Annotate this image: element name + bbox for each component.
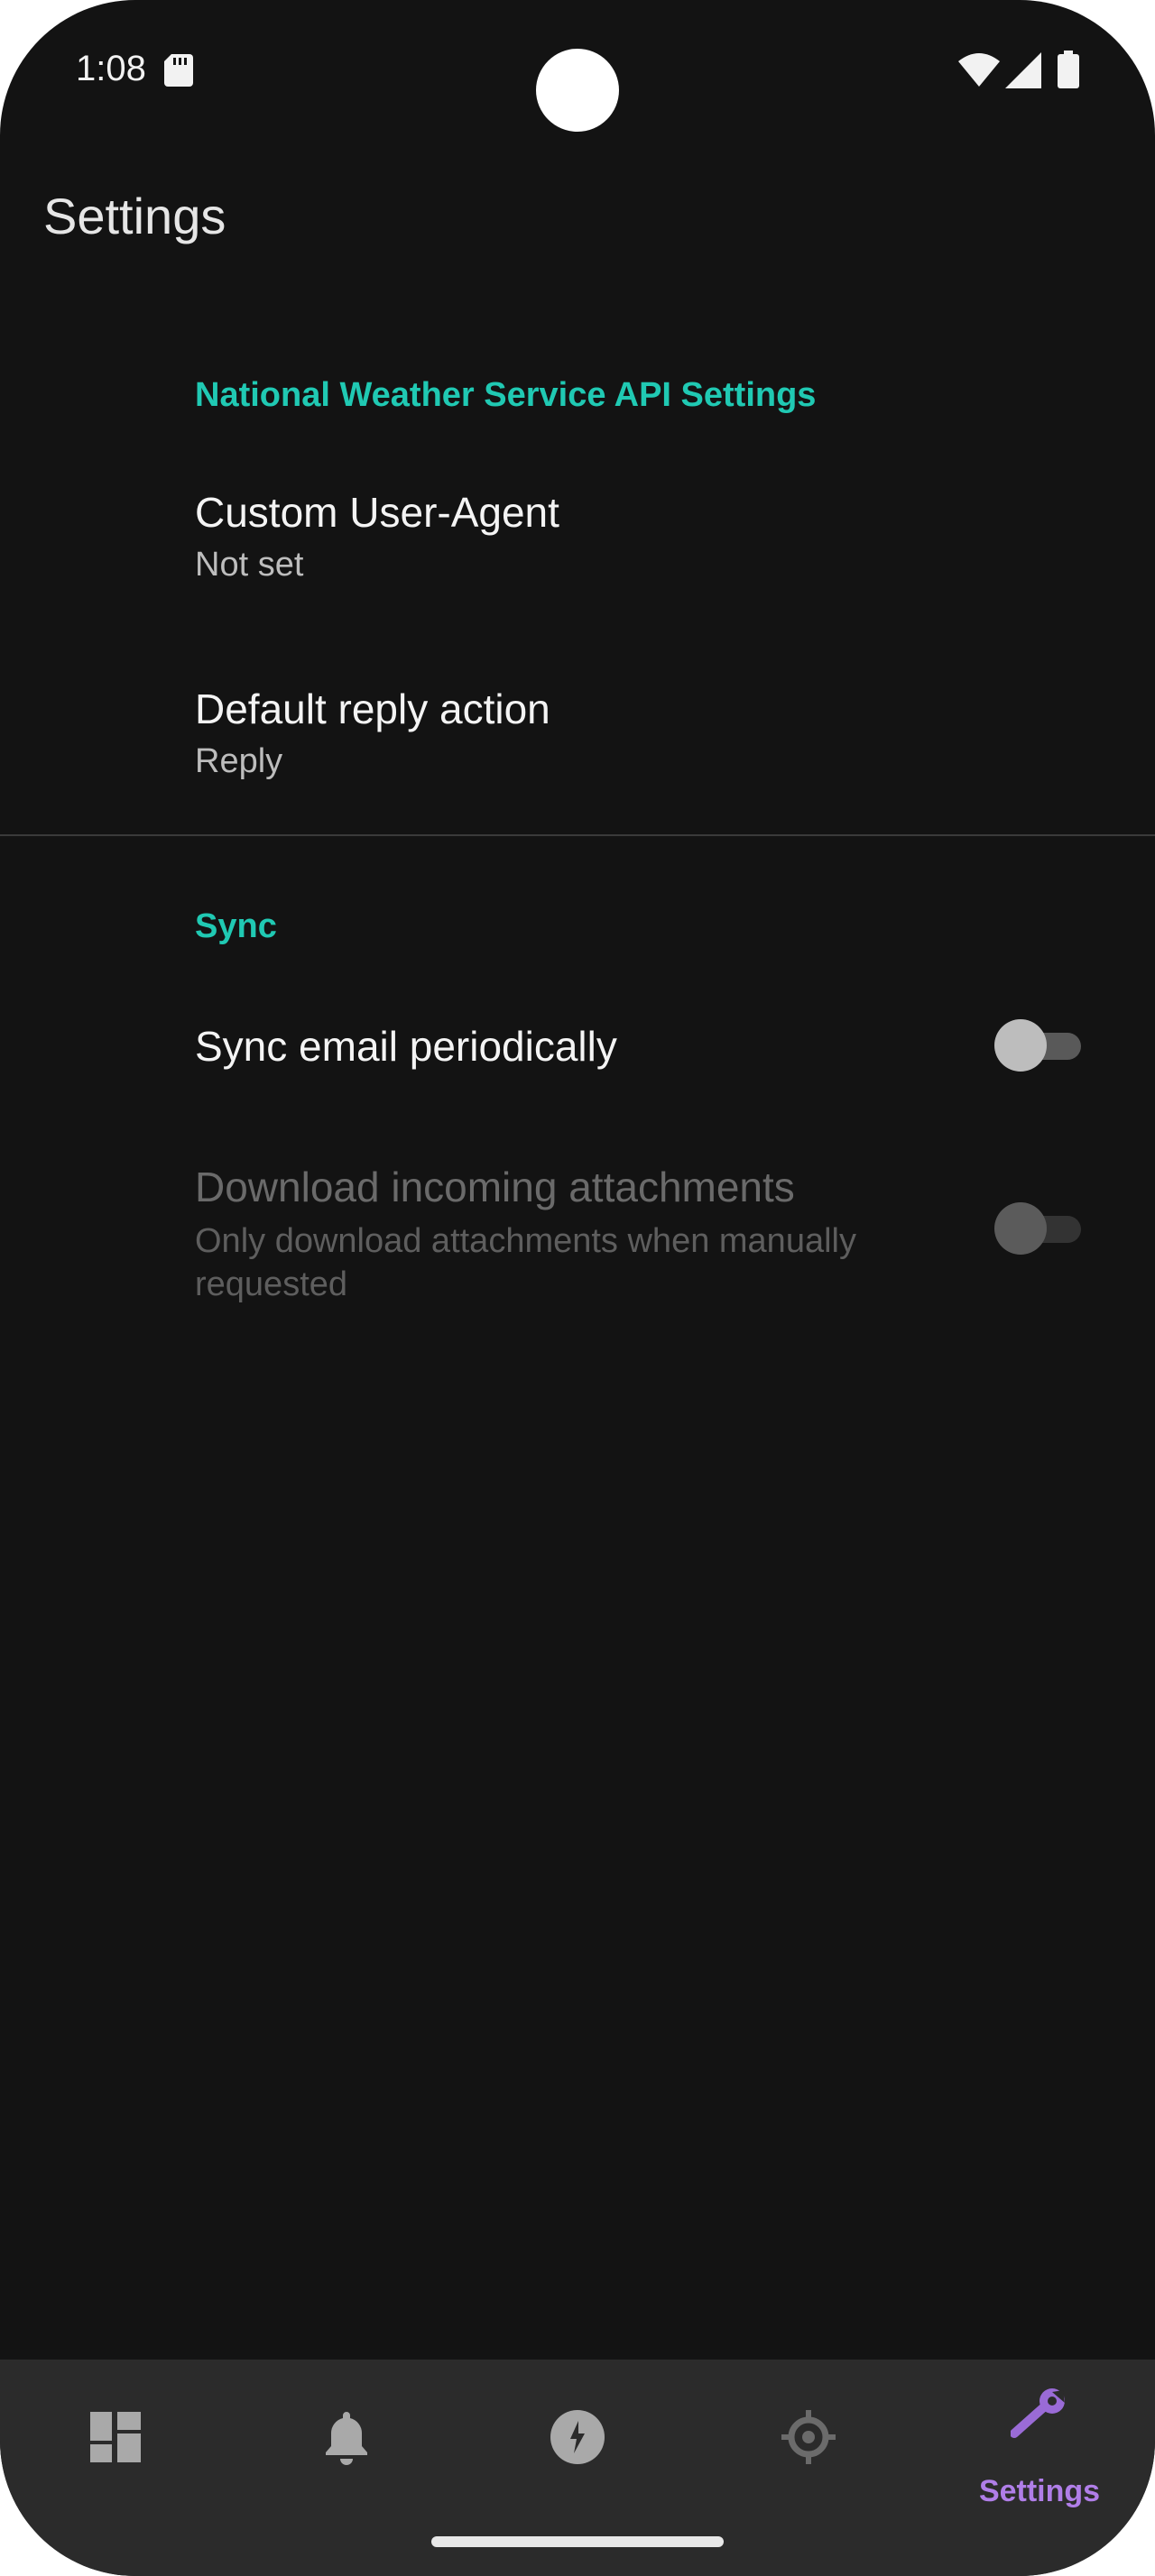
- battery-icon: [1058, 51, 1079, 88]
- switch-thumb: [994, 1202, 1047, 1255]
- section-header-sync: Sync: [195, 907, 277, 945]
- radar-icon: [781, 2410, 836, 2464]
- pref-download-attachments[interactable]: Download incoming attachments Only downl…: [0, 1145, 1155, 1326]
- section-header-nws: National Weather Service API Settings: [195, 376, 817, 414]
- home-indicator[interactable]: [431, 2536, 724, 2547]
- page-title: Settings: [43, 188, 226, 244]
- sync-email-switch[interactable]: [994, 1018, 1085, 1072]
- pref-sync-email-periodically[interactable]: Sync email periodically: [0, 992, 1155, 1100]
- sd-card-icon: [164, 54, 193, 87]
- storm-icon: [550, 2410, 605, 2464]
- pref-summary: Only download attachments when manually …: [195, 1222, 856, 1303]
- pref-title: Sync email periodically: [195, 1023, 617, 1070]
- pref-summary: Not set: [195, 546, 304, 584]
- switch-thumb: [994, 1019, 1047, 1072]
- nav-item-radar[interactable]: [693, 2360, 924, 2522]
- download-attachments-switch[interactable]: [994, 1201, 1085, 1256]
- wifi-icon: [958, 53, 1000, 87]
- pref-title: Download incoming attachments: [195, 1164, 795, 1210]
- device-screen: 1:08 Settings National Weather Service A…: [0, 0, 1155, 2576]
- dashboard-icon: [90, 2412, 141, 2462]
- pref-summary: Reply: [195, 742, 283, 780]
- nav-item-alerts[interactable]: [231, 2360, 462, 2522]
- status-time: 1:08: [76, 49, 146, 88]
- pref-title: Custom User-Agent: [195, 489, 559, 536]
- nav-item-dashboard[interactable]: [0, 2360, 231, 2522]
- cell-signal-icon: [1005, 52, 1041, 88]
- pref-title: Default reply action: [195, 685, 550, 732]
- nav-item-settings[interactable]: Settings: [924, 2360, 1155, 2522]
- nav-item-storm[interactable]: [462, 2360, 693, 2522]
- pref-custom-user-agent[interactable]: Custom User-Agent Not set: [0, 469, 1155, 604]
- bell-icon: [326, 2412, 367, 2465]
- camera-cutout: [536, 49, 619, 132]
- section-divider: [0, 834, 1155, 836]
- wrench-icon: [1011, 2388, 1065, 2438]
- nav-label-settings: Settings: [978, 2474, 1101, 2508]
- pref-default-reply-action[interactable]: Default reply action Reply: [0, 666, 1155, 801]
